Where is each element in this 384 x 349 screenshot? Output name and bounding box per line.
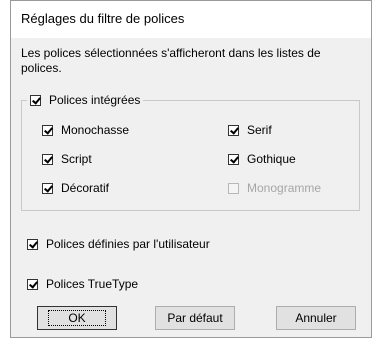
checkbox-box[interactable]	[42, 124, 53, 136]
cancel-button[interactable]: Annuler	[276, 306, 356, 330]
decoratif-checkbox[interactable]: Décoratif	[42, 181, 109, 195]
checkbox-box[interactable]	[42, 153, 53, 165]
builtin-fonts-label: Polices intégrées	[49, 93, 141, 107]
gothique-checkbox[interactable]: Gothique	[228, 152, 296, 166]
checkbox-box[interactable]	[30, 94, 41, 106]
checkbox-box[interactable]	[27, 278, 38, 290]
serif-checkbox[interactable]: Serif	[228, 123, 272, 137]
monogramme-checkbox: Monogramme	[228, 181, 321, 195]
checkbox-box[interactable]	[27, 238, 38, 250]
default-button-label: Par défaut	[167, 311, 223, 325]
checkbox-box[interactable]	[42, 182, 53, 194]
monochasse-label: Monochasse	[61, 123, 130, 137]
builtin-fonts-checkbox[interactable]: Polices intégrées	[27, 93, 144, 107]
script-checkbox[interactable]: Script	[42, 152, 92, 166]
user-defined-fonts-label: Polices définies par l'utilisateur	[46, 237, 210, 251]
checkbox-box[interactable]	[228, 153, 239, 165]
title-bar: Réglages du filtre de polices	[11, 1, 371, 38]
monogramme-label: Monogramme	[247, 181, 322, 195]
builtin-fonts-group: Polices intégrées Monochasse Serif Scrip…	[21, 93, 360, 211]
checkbox-box[interactable]	[228, 124, 239, 136]
serif-label: Serif	[247, 123, 272, 137]
dialog-description: Les polices sélectionnées s'afficheront …	[21, 46, 321, 75]
truetype-fonts-checkbox[interactable]: Polices TrueType	[27, 277, 138, 291]
default-button[interactable]: Par défaut	[155, 306, 235, 330]
font-filter-dialog: Réglages du filtre de polices Les police…	[10, 0, 372, 338]
checkbox-box	[228, 182, 239, 194]
truetype-fonts-label: Polices TrueType	[46, 277, 139, 291]
ok-button[interactable]: OK	[37, 306, 117, 330]
gothique-label: Gothique	[247, 152, 296, 166]
user-defined-fonts-checkbox[interactable]: Polices définies par l'utilisateur	[27, 237, 210, 251]
ok-button-label: OK	[48, 310, 106, 326]
dialog-title: Réglages du filtre de polices	[21, 11, 185, 26]
decoratif-label: Décoratif	[61, 181, 110, 195]
monochasse-checkbox[interactable]: Monochasse	[42, 123, 129, 137]
script-label: Script	[61, 152, 92, 166]
cancel-button-label: Annuler	[295, 311, 337, 325]
